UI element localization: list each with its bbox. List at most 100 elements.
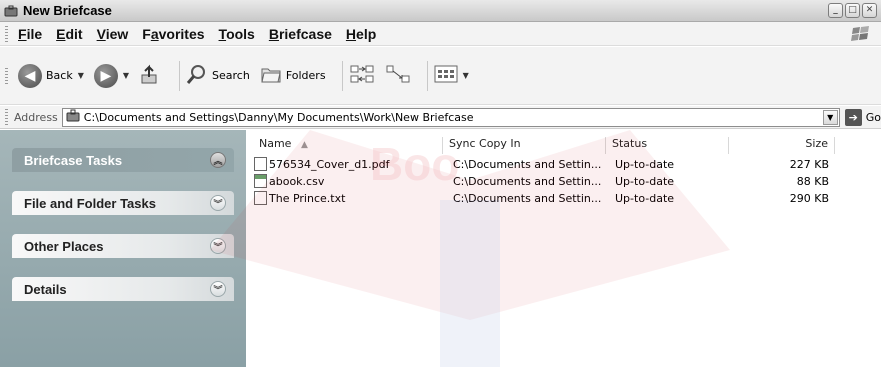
up-folder-button[interactable]: [139, 63, 163, 88]
views-icon: [434, 64, 458, 87]
file-size: 88 KB: [796, 175, 829, 188]
standard-toolbar: ◀ Back ▼ ▶ ▼ Search Folders ▼: [0, 47, 881, 105]
file-size: 227 KB: [789, 158, 829, 171]
file-size: 290 KB: [789, 192, 829, 205]
folders-icon: [260, 64, 282, 87]
table-row[interactable]: abook.csv C:\Documents and Settin... Up-…: [246, 174, 881, 191]
sort-ascending-icon: ▲: [300, 140, 308, 150]
text-file-icon: [254, 191, 267, 205]
back-label: Back: [46, 69, 73, 82]
menu-bar: File Edit View Favorites Tools Briefcase…: [0, 22, 881, 46]
briefcase-address-icon: [66, 109, 80, 125]
column-header-status[interactable]: Status: [606, 137, 729, 154]
column-name-label: Name: [259, 137, 292, 150]
other-places-label: Other Places: [24, 238, 104, 254]
file-sync: C:\Documents and Settin...: [453, 158, 602, 171]
toolbar-grip[interactable]: [5, 25, 8, 42]
window-title: New Briefcase: [23, 3, 112, 18]
other-places-header[interactable]: Other Places ︾: [12, 234, 234, 258]
menu-favorites-pre: F: [142, 25, 151, 42]
column-size-label: Size: [805, 137, 828, 150]
menu-tools-rest: ools: [226, 25, 255, 42]
search-button[interactable]: Search: [186, 63, 250, 88]
title-bar: New Briefcase _ □ ✕: [0, 0, 881, 22]
menu-edit-rest: dit: [65, 25, 83, 42]
folders-button[interactable]: Folders: [260, 64, 326, 87]
maximize-button[interactable]: □: [845, 3, 860, 18]
menu-briefcase-rest: riefcase: [278, 25, 332, 42]
minimize-button[interactable]: _: [828, 3, 843, 18]
file-list-view: Name ▲ Sync Copy In Status Size 576534_C…: [246, 130, 881, 367]
menu-view-rest: iew: [105, 25, 129, 42]
column-status-label: Status: [612, 137, 648, 150]
details-label: Details: [24, 281, 67, 297]
forward-dropdown-icon[interactable]: ▼: [123, 71, 129, 80]
briefcase-icon: [4, 5, 18, 17]
task-pane: Briefcase Tasks ︽ File and Folder Tasks …: [0, 130, 246, 367]
forward-button[interactable]: ▶ ▼: [93, 63, 129, 88]
folders-label: Folders: [285, 69, 326, 82]
update-all-button[interactable]: [349, 63, 375, 88]
file-folder-tasks-label: File and Folder Tasks: [24, 195, 156, 211]
expand-chevron-icon[interactable]: ︾: [210, 281, 226, 297]
back-button[interactable]: ◀ Back ▼: [18, 63, 84, 88]
expand-chevron-icon[interactable]: ︾: [210, 238, 226, 254]
forward-arrow-icon: ▶: [93, 63, 118, 88]
menu-briefcase[interactable]: Briefcase: [269, 26, 332, 42]
search-icon: [186, 63, 208, 88]
file-sync: C:\Documents and Settin...: [453, 192, 602, 205]
table-row[interactable]: The Prince.txt C:\Documents and Settin..…: [246, 191, 881, 208]
csv-file-icon: [254, 174, 267, 188]
briefcase-tasks-label: Briefcase Tasks: [24, 152, 123, 168]
file-folder-tasks-header[interactable]: File and Folder Tasks ︾: [12, 191, 234, 215]
address-bar: Address C:\Documents and Settings\Danny\…: [0, 106, 881, 129]
update-selection-button[interactable]: [385, 63, 411, 88]
address-path: C:\Documents and Settings\Danny\My Docum…: [83, 110, 474, 124]
file-name: 576534_Cover_d1.pdf: [269, 158, 390, 171]
file-name: abook.csv: [269, 175, 325, 188]
toolbar-separator-3: [426, 60, 428, 91]
menu-help-rest: elp: [356, 25, 377, 42]
toolbar-grip-2[interactable]: [5, 67, 8, 84]
menu-tools[interactable]: Tools: [219, 26, 255, 42]
menu-favorites-rest: vorites: [158, 25, 205, 42]
address-input[interactable]: C:\Documents and Settings\Danny\My Docum…: [61, 107, 840, 127]
column-sync-label: Sync Copy In: [449, 137, 521, 150]
search-label: Search: [212, 69, 250, 82]
close-button[interactable]: ✕: [862, 3, 877, 18]
go-label: Go: [865, 110, 881, 124]
file-sync: C:\Documents and Settin...: [453, 175, 602, 188]
menu-favorites[interactable]: Favorites: [142, 26, 204, 42]
expand-chevron-icon[interactable]: ︾: [210, 195, 226, 211]
details-header[interactable]: Details ︾: [12, 277, 234, 301]
toolbar-separator: [179, 60, 181, 91]
back-dropdown-icon[interactable]: ▼: [78, 71, 84, 80]
go-button[interactable]: ➔ Go: [844, 108, 881, 126]
menu-file[interactable]: File: [18, 26, 42, 42]
menu-help[interactable]: Help: [346, 26, 376, 42]
address-grip[interactable]: [5, 109, 8, 125]
column-header-size[interactable]: Size: [729, 137, 835, 154]
menu-file-rest: ile: [26, 25, 43, 42]
menu-view[interactable]: View: [97, 26, 129, 42]
toolbar-separator-2: [341, 60, 343, 91]
up-folder-icon: [139, 63, 163, 88]
column-header-sync[interactable]: Sync Copy In: [443, 137, 606, 154]
table-row[interactable]: 576534_Cover_d1.pdf C:\Documents and Set…: [246, 157, 881, 174]
briefcase-tasks-header[interactable]: Briefcase Tasks ︽: [12, 148, 234, 172]
views-dropdown-icon[interactable]: ▼: [463, 71, 469, 80]
file-status: Up-to-date: [615, 158, 675, 171]
address-dropdown-icon[interactable]: ▼: [822, 109, 838, 125]
windows-logo-icon: [849, 24, 873, 44]
file-name: The Prince.txt: [269, 192, 346, 205]
collapse-chevron-icon[interactable]: ︽: [210, 152, 226, 168]
file-status: Up-to-date: [615, 175, 675, 188]
menu-edit[interactable]: Edit: [56, 26, 82, 42]
column-header-name[interactable]: Name ▲: [253, 137, 443, 154]
back-arrow-icon: ◀: [18, 63, 42, 88]
update-all-icon: [349, 63, 375, 88]
go-arrow-icon: ➔: [844, 108, 862, 126]
views-button[interactable]: ▼: [434, 64, 469, 87]
address-label: Address: [13, 110, 58, 124]
update-selection-icon: [385, 63, 411, 88]
